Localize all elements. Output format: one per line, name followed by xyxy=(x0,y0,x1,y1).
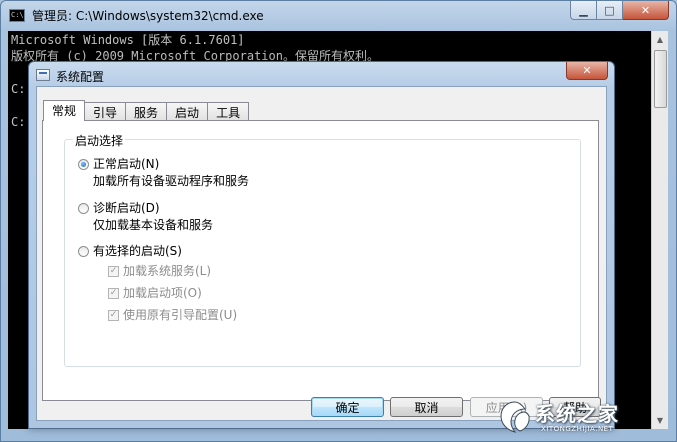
minimize-icon: ▁ xyxy=(579,3,588,17)
console-line: C: xyxy=(11,115,26,129)
diagnostic-startup-label[interactable]: 诊断启动(D) xyxy=(93,199,160,216)
selective-startup-label[interactable]: 有选择的启动(S) xyxy=(93,242,182,259)
load-system-services-label[interactable]: 加载系统服务(L) xyxy=(123,262,211,279)
tab-tools[interactable]: 工具 xyxy=(207,102,250,121)
tab-strip: 常规 引导 服务 启动 工具 xyxy=(43,100,250,121)
tab-startup[interactable]: 启动 xyxy=(166,102,209,121)
tab-boot[interactable]: 引导 xyxy=(84,102,127,121)
tab-general[interactable]: 常规 xyxy=(43,100,86,121)
checkbox-use-original-boot-config[interactable]: ✓ xyxy=(108,310,119,321)
checkmark-icon: ✓ xyxy=(109,310,118,320)
dialog-close-button[interactable]: ✕ xyxy=(566,62,608,80)
watermark-logo-icon xyxy=(500,401,530,433)
load-startup-items-label[interactable]: 加载启动项(O) xyxy=(123,284,202,301)
console-scrollbar[interactable]: ▲ ▼ xyxy=(651,31,668,429)
dialog-title: 系统配置 xyxy=(56,70,105,84)
scrollbar-thumb[interactable] xyxy=(654,50,667,108)
tab-services[interactable]: 服务 xyxy=(125,102,168,121)
console-line: C: xyxy=(11,82,26,96)
msconfig-app-icon xyxy=(36,69,50,81)
checkmark-icon: ✓ xyxy=(109,288,118,298)
normal-startup-desc: 加载所有设备驱动程序和服务 xyxy=(93,174,250,188)
startup-selection-group: 启动选择 正常启动(N) 加载所有设备驱动程序和服务 诊断启动(D) 仅加载基本… xyxy=(64,132,581,367)
close-icon: ✕ xyxy=(640,3,651,17)
watermark: 系统之家 XITONGZHIJIA.NET xyxy=(497,398,675,438)
cmd-close-button[interactable]: ✕ xyxy=(623,1,669,20)
cancel-button[interactable]: 取消 xyxy=(390,397,463,417)
cmd-caption-buttons: ▁ □ ✕ xyxy=(570,1,669,20)
cmd-window-title: 管理员: C:\Windows\system32\cmd.exe xyxy=(32,9,264,23)
dialog-client-area: 常规 引导 服务 启动 工具 启动选择 正常启动(N) 加载所有设备驱动程序和服… xyxy=(36,86,607,421)
scroll-up-button[interactable]: ▲ xyxy=(652,31,668,48)
cmd-app-icon: C:\ xyxy=(9,9,25,22)
checkbox-load-system-services[interactable]: ✓ xyxy=(108,266,119,277)
diagnostic-startup-desc: 仅加载基本设备和服务 xyxy=(93,218,214,232)
ok-button[interactable]: 确定 xyxy=(311,397,384,417)
maximize-button[interactable]: □ xyxy=(597,1,623,20)
watermark-subtext: XITONGZHIJIA.NET xyxy=(541,425,614,433)
system-config-dialog: 系统配置 ✕ 常规 引导 服务 启动 工具 启动选择 正常启动(N) 加载所有设… xyxy=(28,61,615,429)
radio-diagnostic-startup[interactable] xyxy=(78,203,89,214)
radio-normal-startup[interactable] xyxy=(78,159,89,170)
checkmark-icon: ✓ xyxy=(109,266,118,276)
watermark-text: 系统之家 xyxy=(535,402,619,426)
close-icon: ✕ xyxy=(582,64,592,77)
minimize-button[interactable]: ▁ xyxy=(570,1,597,20)
normal-startup-label[interactable]: 正常启动(N) xyxy=(93,155,159,172)
group-label: 启动选择 xyxy=(73,132,126,149)
maximize-icon: □ xyxy=(604,3,615,17)
arrow-up-icon: ▲ xyxy=(656,35,664,44)
radio-selective-startup[interactable] xyxy=(78,246,89,257)
checkbox-load-startup-items[interactable]: ✓ xyxy=(108,288,119,299)
general-tab-panel: 启动选择 正常启动(N) 加载所有设备驱动程序和服务 诊断启动(D) 仅加载基本… xyxy=(42,120,599,401)
use-original-boot-config-label[interactable]: 使用原有引导配置(U) xyxy=(123,306,237,323)
console-line: Microsoft Windows [版本 6.1.7601] xyxy=(11,33,245,47)
